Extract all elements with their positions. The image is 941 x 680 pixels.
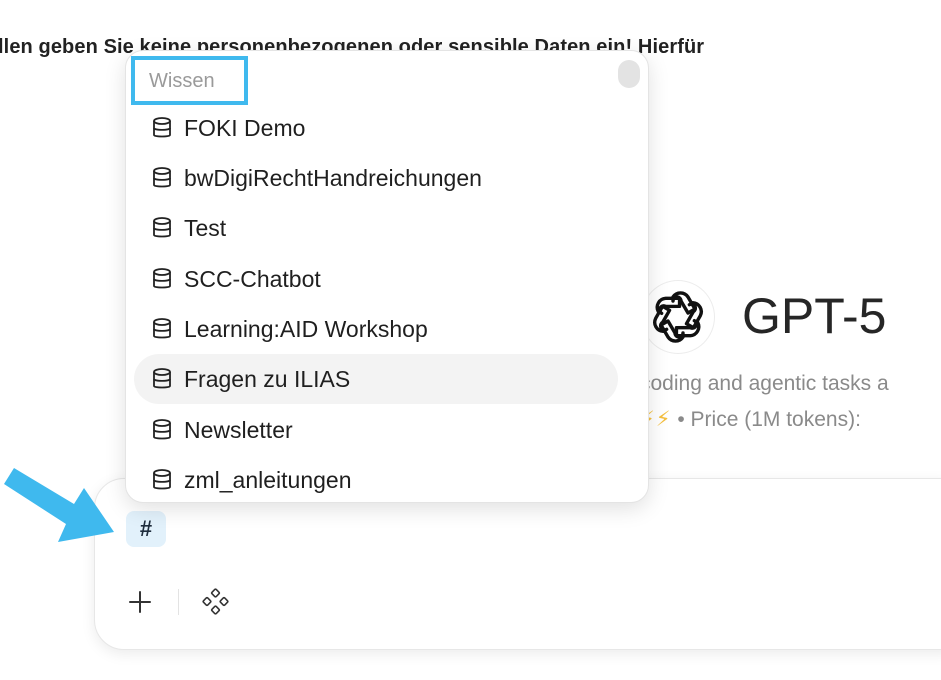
- knowledge-item-zml-anleitungen[interactable]: zml_anleitungen: [134, 455, 618, 502]
- database-icon: [152, 167, 172, 189]
- annotation-arrow-icon: [0, 462, 120, 544]
- knowledge-item-label: Fragen zu ILIAS: [184, 365, 351, 392]
- database-icon: [152, 217, 172, 239]
- model-description: coding and agentic tasks a: [640, 372, 889, 395]
- database-icon: [152, 268, 172, 290]
- knowledge-item-label: FOKI Demo: [184, 114, 306, 141]
- knowledge-item-test[interactable]: Test: [134, 203, 618, 253]
- price-text: • Price (1M tokens):: [677, 408, 861, 431]
- page: llen geben Sie keine personenbezogenen o…: [0, 0, 941, 680]
- knowledge-dropdown[interactable]: Wissen FOKI Demo bwDigiRechtHandreichung…: [125, 50, 649, 503]
- knowledge-item-learning-aid[interactable]: Learning:AID Workshop: [134, 304, 618, 354]
- knowledge-item-label: SCC-Chatbot: [184, 265, 321, 292]
- scrollbar-thumb[interactable]: [618, 60, 640, 88]
- model-name: GPT-5: [742, 288, 887, 344]
- dropdown-header: Wissen: [149, 70, 215, 92]
- database-icon: [152, 419, 172, 441]
- integrations-icon[interactable]: [200, 586, 232, 618]
- database-icon: [152, 368, 172, 390]
- knowledge-item-label: Test: [184, 214, 227, 241]
- knowledge-hash-trigger[interactable]: #: [126, 511, 166, 547]
- openai-logo-icon: [642, 281, 714, 353]
- database-icon: [152, 318, 172, 340]
- knowledge-item-label: zml_anleitungen: [184, 466, 352, 493]
- plus-icon[interactable]: [124, 586, 156, 618]
- knowledge-item-newsletter[interactable]: Newsletter: [134, 405, 618, 455]
- knowledge-item-label: Newsletter: [184, 416, 293, 443]
- knowledge-item-scc-chatbot[interactable]: SCC-Chatbot: [134, 254, 618, 304]
- database-icon: [152, 117, 172, 139]
- knowledge-item-fragen-ilias[interactable]: Fragen zu ILIAS: [134, 354, 618, 404]
- knowledge-item-label: Learning:AID Workshop: [184, 315, 428, 342]
- database-icon: [152, 469, 172, 491]
- composer-divider: [178, 589, 179, 615]
- knowledge-item-foki-demo[interactable]: FOKI Demo: [134, 103, 618, 153]
- knowledge-item-bwdigirecht[interactable]: bwDigiRechtHandreichungen: [134, 153, 618, 203]
- chat-composer[interactable]: [94, 478, 941, 650]
- model-meta: ⚡⚡ • Price (1M tokens):: [640, 407, 861, 432]
- knowledge-item-label: bwDigiRechtHandreichungen: [184, 164, 482, 191]
